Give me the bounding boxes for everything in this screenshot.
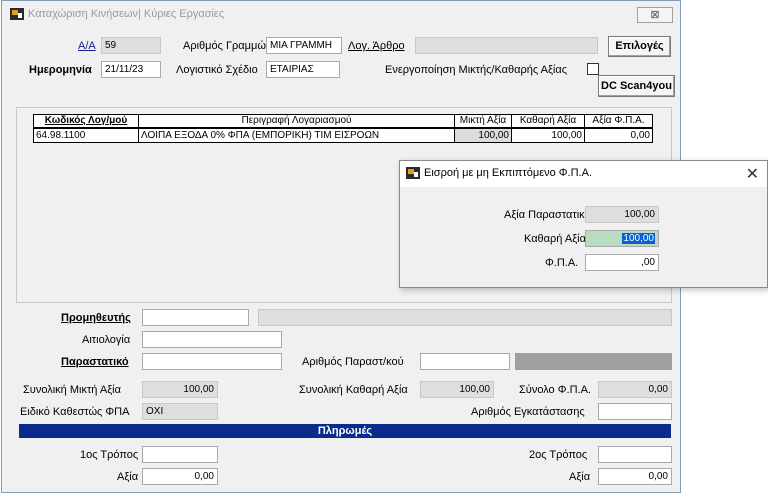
gross-net-label: Ενεργοποίηση Μικτής/Καθαρής Αξίας	[385, 64, 567, 76]
net-value-field[interactable]: 100,00	[585, 230, 659, 247]
install-label: Αριθμός Εγκατάστασης	[471, 406, 585, 418]
method2-field[interactable]	[598, 446, 672, 463]
doc-number-field[interactable]	[420, 353, 510, 370]
payments-header: Πληρωμές	[19, 424, 671, 438]
method1-label: 1ος Τρόπος	[80, 449, 139, 461]
doc-value-field: 100,00	[585, 206, 659, 223]
app-icon	[406, 167, 420, 179]
value1-label: Αξία	[117, 471, 139, 483]
reason-label: Αιτιολογία	[82, 334, 131, 346]
grid-cell-gross[interactable]: 100,00	[454, 128, 512, 143]
options-button[interactable]: Επιλογές	[608, 36, 671, 57]
lines-field[interactable]: ΜΙΑ ΓΡΑΜΜΗ	[266, 37, 342, 54]
scan4you-button[interactable]: DC Scan4you	[598, 75, 675, 97]
grid-cell-code[interactable]: 64.98.1100	[33, 128, 139, 143]
doc-value-label: Αξία Παραστατικού	[504, 209, 597, 221]
date-field[interactable]: 21/11/23	[101, 61, 161, 78]
doc-number-extra	[515, 353, 672, 370]
value2-field[interactable]: 0,00	[598, 468, 672, 485]
method2-label: 2ος Τρόπος	[529, 449, 588, 461]
aa-label: Α/Α	[78, 40, 96, 52]
net-value-text: 100,00	[622, 233, 655, 244]
dialog-title: Εισροή με μη Εκπιπτόμενο Φ.Π.Α.	[424, 167, 592, 179]
gross-net-checkbox[interactable]	[587, 63, 599, 75]
account-article-label: Λογ. Άρθρο	[348, 40, 405, 52]
vat-dialog: Εισροή με μη Εκπιπτόμενο Φ.Π.Α. ✕ Αξία Π…	[399, 160, 768, 288]
close-icon: ⊠	[650, 9, 660, 21]
total-net-label: Συνολική Καθαρή Αξία	[299, 384, 408, 396]
grid-cell-vat[interactable]: 0,00	[584, 128, 653, 143]
special-vat-label: Ειδικό Καθεστώς ΦΠΑ	[20, 406, 130, 418]
aa-field[interactable]: 59	[101, 37, 161, 54]
dialog-close-icon[interactable]: ✕	[746, 164, 759, 184]
doc-number-label: Αριθμός Παραστ/κού	[302, 356, 404, 368]
plan-label: Λογιστικό Σχέδιο	[176, 64, 258, 76]
document-field[interactable]	[142, 353, 282, 370]
total-vat-field: 0,00	[598, 381, 672, 398]
plan-field[interactable]: ΕΤΑΙΡΙΑΣ	[266, 61, 340, 78]
total-gross-field: 100,00	[142, 381, 218, 398]
grid-header-description[interactable]: Περιγραφή Λογαριασμού	[138, 114, 455, 128]
reason-field[interactable]	[142, 331, 282, 348]
grid-header-vat[interactable]: Αξία Φ.Π.Α.	[584, 114, 653, 128]
grid-header-net[interactable]: Καθαρή Αξία	[511, 114, 585, 128]
grid-header-code[interactable]: Κωδικός Λογ/μού	[33, 114, 139, 128]
window-close-button[interactable]: ⊠	[637, 7, 673, 23]
vat-field[interactable]: ,00	[585, 254, 659, 271]
method1-field[interactable]	[142, 446, 218, 463]
lines-label: Αριθμός Γραμμών	[183, 40, 272, 52]
install-field[interactable]	[598, 403, 672, 420]
grid-header-gross[interactable]: Μικτή Αξία	[454, 114, 512, 128]
total-net-field: 100,00	[420, 381, 494, 398]
grid-cell-net[interactable]: 100,00	[511, 128, 585, 143]
dialog-title-bar: Εισροή με μη Εκπιπτόμενο Φ.Π.Α. ✕	[400, 161, 767, 187]
date-label: Ημερομηνία	[29, 64, 92, 76]
title-bar: Καταχώριση Κινήσεων| Κύριες Εργασίες ⊠	[2, 1, 680, 29]
grid-cell-description[interactable]: ΛΟΙΠΑ ΕΞΟΔΑ 0% ΦΠΑ (ΕΜΠΟΡΙΚΗ) ΤΙΜ ΕΙΣΡΟΩ…	[138, 128, 455, 143]
supplier-label: Προμηθευτής	[61, 312, 131, 324]
value2-label: Αξία	[569, 471, 591, 483]
net-value-label: Καθαρή Αξία	[524, 233, 586, 245]
app-icon	[10, 8, 24, 20]
window-title: Καταχώριση Κινήσεων| Κύριες Εργασίες	[28, 8, 225, 20]
vat-label: Φ.Π.Α.	[545, 257, 579, 269]
total-gross-label: Συνολική Μικτή Αξία	[23, 384, 121, 396]
supplier-field[interactable]	[142, 309, 249, 326]
value1-field[interactable]: 0,00	[142, 468, 218, 485]
supplier-name-field	[258, 309, 672, 326]
document-label: Παραστατικό	[61, 356, 129, 368]
total-vat-label: Σύνολο Φ.Π.Α.	[519, 384, 591, 396]
account-article-field[interactable]	[415, 37, 598, 54]
special-vat-field: ΟΧΙ	[142, 403, 218, 420]
